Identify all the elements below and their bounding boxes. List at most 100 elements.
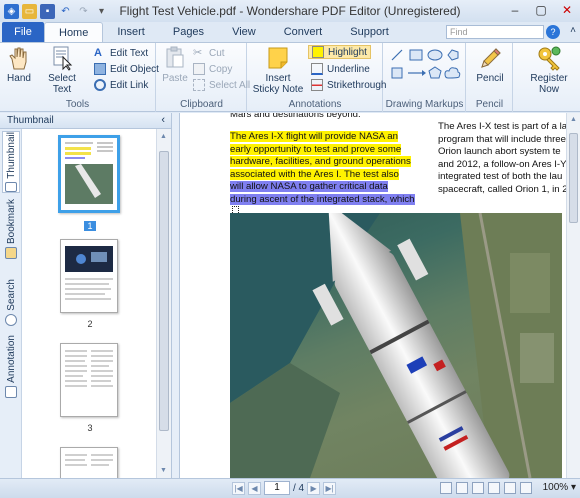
next-page-button[interactable]: ▶ [307,481,321,495]
right-column-line: spacecraft, called Orion 1, in 2 [438,183,568,195]
app-icon[interactable]: ◈ [4,3,19,19]
hand-icon [9,47,27,70]
panel-collapse-icon[interactable]: ‹ [161,113,165,128]
open-icon[interactable]: ▭ [22,3,37,19]
save-icon[interactable]: ▪ [40,3,55,19]
drawing-markups-group: Drawing Markups [384,43,466,112]
highlighted-line: hardware, facilities, and ground operati… [230,156,411,167]
current-page-input[interactable]: 1 [264,481,290,495]
tab-support[interactable]: Support [336,22,403,42]
last-page-button[interactable]: ▶| [323,481,337,495]
tab-insert[interactable]: Insert [103,22,159,42]
thumbnail-panel-title: Thumbnail [7,115,54,126]
panel-splitter[interactable] [172,113,180,478]
document-view[interactable]: Mars and destinations beyond. The Ares I… [180,113,580,478]
underline-button[interactable]: Underline [311,62,370,76]
paste-button[interactable]: Paste [161,45,189,84]
side-tabs: Thumbnail Bookmark Search Annotation [0,129,22,478]
edit-link-button[interactable]: Edit Link [94,78,148,92]
insert-sticky-note-button[interactable]: Insert Sticky Note [252,45,304,95]
thumbnail-scrollbar[interactable]: ▲ ▼ [156,129,171,478]
page-thumbnail[interactable] [58,135,120,213]
actual-size-icon[interactable] [520,482,532,494]
link-icon [94,79,106,91]
document-scrollbar[interactable]: ▲ [566,113,580,478]
hand-button[interactable]: Hand [4,45,34,84]
collapse-ribbon-icon[interactable]: ˄ [570,25,576,36]
polygon-shape-icon [447,49,459,61]
tab-view[interactable]: View [218,22,270,42]
document-scroll-thumb[interactable] [569,133,578,223]
window-controls: – ▢ ✕ [502,0,580,20]
quick-access-toolbar: ◈ ▭ ▪ ↶ ↷ ▾ [0,3,109,19]
undo-icon[interactable]: ↶ [58,4,73,19]
find-input[interactable]: Find [446,25,544,39]
single-page-view-icon[interactable] [440,482,452,494]
zoom-level[interactable]: 100% ▾ [543,482,576,493]
copy-label: Copy [209,63,233,75]
doc-right-column: The Ares I-X test is part of a la progra… [438,121,580,196]
drawing-shapes-gallery[interactable] [388,46,462,84]
thumbnail-scroll-thumb[interactable] [159,151,169,431]
tab-file[interactable]: File [2,22,44,42]
doc-top-line: Mars and destinations beyond. [230,113,361,120]
pencil-button-label: Pencil [476,73,504,84]
edit-text-button[interactable]: A Edit Text [94,46,148,60]
page-navigation: |◀ ◀ 1 / 4 ▶ ▶| [232,481,337,495]
edit-object-icon [94,63,106,75]
app-window: ◈ ▭ ▪ ↶ ↷ ▾ Flight Test Vehicle.pdf - Wo… [0,0,580,498]
fit-page-icon[interactable] [504,482,516,494]
pencil-icon [481,48,501,68]
ribbon-tabs: File Home Insert Pages View Convert Supp… [0,22,580,42]
bookmark-icon [5,247,17,260]
select-all-icon [193,79,205,91]
previous-page-button[interactable]: ◀ [248,481,261,495]
highlighted-line: The Ares I-X flight will provide NASA an [230,131,398,142]
side-tab-annotation[interactable]: Annotation [2,335,20,405]
cut-button[interactable]: ✂ Cut [193,46,225,60]
title-bar: ◈ ▭ ▪ ↶ ↷ ▾ Flight Test Vehicle.pdf - Wo… [0,0,580,22]
help-icon[interactable]: ? [546,25,560,39]
maximize-button[interactable]: ▢ [528,0,554,20]
edit-text-label: Edit Text [110,47,149,59]
pentagon-shape-icon [428,66,442,79]
paste-icon [166,46,184,68]
select-text-icon [53,46,73,71]
redo-icon[interactable]: ↷ [76,4,91,19]
page-thumbnail[interactable] [60,447,118,478]
edit-text-icon: A [94,47,102,59]
fit-width-icon[interactable] [488,482,500,494]
tab-home[interactable]: Home [44,22,104,42]
register-now-button[interactable]: Register Now [520,45,578,95]
page-number-label: 2 [87,319,93,329]
first-page-button[interactable]: |◀ [232,481,245,495]
thumbnail-icon [5,181,17,192]
side-tab-bookmark[interactable]: Bookmark [2,199,20,273]
page-number-label: 3 [87,423,93,433]
search-icon [5,313,17,326]
pencil-group: Pencil Pencil [467,43,513,112]
continuous-view-icon[interactable] [456,482,468,494]
close-button[interactable]: ✕ [554,0,580,20]
select-text-button[interactable]: Select Text [40,45,84,95]
tools-group-label: Tools [65,99,90,110]
side-tab-search[interactable]: Search [2,279,20,331]
select-all-button[interactable]: Select All [193,78,250,92]
edit-object-button[interactable]: Edit Object [94,62,159,76]
underline-icon [311,63,323,75]
page-3-preview [61,344,117,416]
tab-convert[interactable]: Convert [270,22,337,42]
highlight-button[interactable]: Highlight [308,45,371,59]
minimize-button[interactable]: – [502,0,528,20]
strikethrough-button[interactable]: Strikethrough [311,78,386,92]
pencil-button[interactable]: Pencil [473,45,507,84]
customize-icon[interactable]: ▾ [94,4,109,19]
tab-pages[interactable]: Pages [159,22,218,42]
page-thumbnail[interactable] [60,343,118,417]
copy-button[interactable]: Copy [193,62,232,76]
page-thumbnail[interactable] [60,239,118,313]
thumbnail-list: 1 2 3 [24,129,156,478]
facing-view-icon[interactable] [472,482,484,494]
clipboard-group: Paste ✂ Cut Copy Select All Clipboard [157,43,250,112]
side-tab-thumbnail[interactable]: Thumbnail [2,131,20,193]
